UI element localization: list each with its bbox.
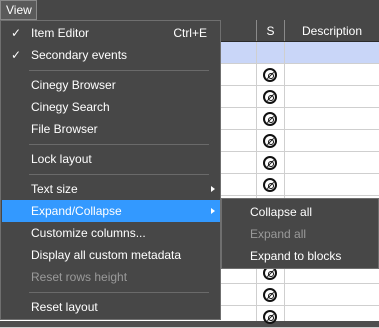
check-icon: ✓ xyxy=(11,48,22,62)
grid-line xyxy=(284,42,285,321)
chevron-right-icon xyxy=(211,208,215,214)
menu-item-collapse-all[interactable]: Collapse all xyxy=(223,201,377,223)
menu-separator xyxy=(29,292,209,293)
menu-item-label: Display all custom metadata xyxy=(31,248,182,262)
menu-item-label: Expand all xyxy=(250,227,307,241)
column-header-description[interactable]: Description xyxy=(285,20,379,41)
expand-collapse-submenu: Collapse all Expand all Expand to blocks xyxy=(221,198,379,269)
view-menu-button[interactable]: View xyxy=(0,0,37,20)
secondary-event-icon xyxy=(263,112,277,126)
secondary-event-icon xyxy=(263,310,277,324)
menu-item-label: Reset rows height xyxy=(31,270,128,284)
menu-separator xyxy=(29,174,209,175)
menu-item-label: Reset layout xyxy=(31,300,98,314)
menu-item-expand-all: Expand all xyxy=(223,223,377,245)
menu-item-reset-rows-height: Reset rows height xyxy=(2,266,220,288)
column-header-s[interactable]: S xyxy=(257,20,284,41)
menu-item-label: Lock layout xyxy=(31,152,92,166)
menu-item-label: File Browser xyxy=(31,122,98,136)
menu-item-label: Secondary events xyxy=(31,48,128,62)
secondary-event-icon xyxy=(263,288,277,302)
secondary-event-icon xyxy=(263,90,277,104)
menu-separator xyxy=(29,70,209,71)
secondary-event-icon xyxy=(263,134,277,148)
menu-item-lock-layout[interactable]: Lock layout xyxy=(2,148,220,170)
check-icon: ✓ xyxy=(11,26,22,40)
menu-item-display-all-custom-metadata[interactable]: Display all custom metadata xyxy=(2,244,220,266)
menu-item-customize-columns[interactable]: Customize columns... xyxy=(2,222,220,244)
secondary-event-icon xyxy=(263,178,277,192)
menu-item-reset-layout[interactable]: Reset layout xyxy=(2,296,220,318)
view-menu-dropdown: ✓ Item Editor Ctrl+E ✓ Secondary events … xyxy=(0,20,221,320)
secondary-event-icon xyxy=(263,156,277,170)
menu-item-secondary-events[interactable]: ✓ Secondary events xyxy=(2,44,220,66)
menu-separator xyxy=(29,144,209,145)
menu-item-shortcut: Ctrl+E xyxy=(173,26,207,40)
menu-item-label: Item Editor xyxy=(31,26,90,40)
menu-item-expand-to-blocks[interactable]: Expand to blocks xyxy=(223,245,377,267)
menu-item-label: Expand to blocks xyxy=(250,249,342,263)
menu-item-text-size[interactable]: Text size xyxy=(2,178,220,200)
menu-item-cinegy-browser[interactable]: Cinegy Browser xyxy=(2,74,220,96)
grid-line xyxy=(256,42,257,321)
menu-item-item-editor[interactable]: ✓ Item Editor Ctrl+E xyxy=(2,22,220,44)
menu-item-label: Text size xyxy=(31,182,78,196)
menu-item-cinegy-search[interactable]: Cinegy Search xyxy=(2,96,220,118)
secondary-event-icon xyxy=(263,68,277,82)
menu-item-expand-collapse[interactable]: Expand/Collapse xyxy=(2,200,220,222)
menu-item-label: Customize columns... xyxy=(31,226,146,240)
chevron-right-icon xyxy=(211,186,215,192)
menu-item-file-browser[interactable]: File Browser xyxy=(2,118,220,140)
menu-item-label: Cinegy Browser xyxy=(31,78,116,92)
menu-item-label: Cinegy Search xyxy=(31,100,110,114)
menu-item-label: Collapse all xyxy=(250,205,313,219)
menu-bar: View xyxy=(0,0,379,20)
menu-item-label: Expand/Collapse xyxy=(31,204,122,218)
